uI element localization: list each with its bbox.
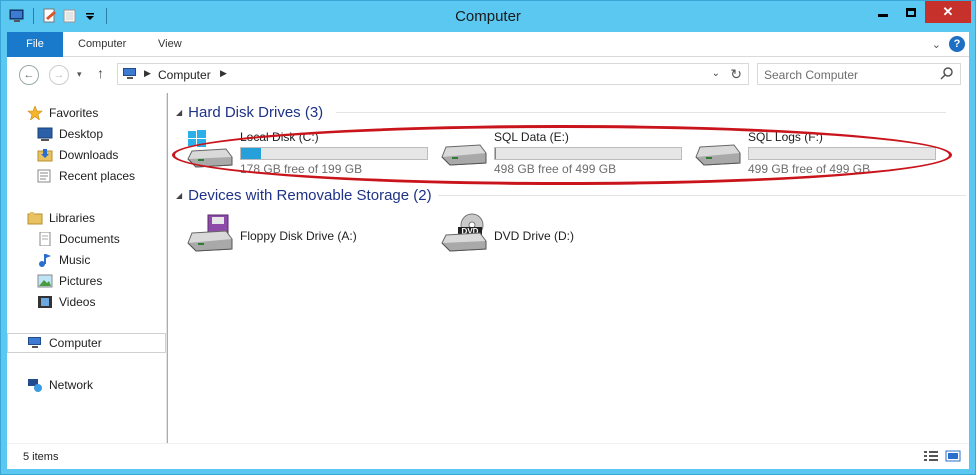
window-title: Computer (455, 8, 521, 25)
breadcrumb-arrow-icon[interactable]: ▶ (220, 68, 227, 79)
expand-ribbon-icon[interactable]: ⌄ (932, 38, 941, 51)
nav-item-label: Downloads (59, 148, 119, 162)
large-icons-view-icon[interactable] (945, 450, 961, 465)
explorer-window: Computer ✕ File Computer View ⌄ ? ← → ▾ … (0, 0, 976, 475)
downloads-icon (37, 148, 53, 162)
address-dropdown-icon[interactable]: ⌄ (712, 68, 720, 79)
device-name: Floppy Disk Drive (A:) (240, 229, 357, 243)
recent-locations-dropdown-icon[interactable]: ▾ (77, 69, 82, 80)
device-dvd-d[interactable]: DVD DVD Drive (D:) (440, 213, 690, 257)
close-button[interactable]: ✕ (925, 1, 971, 23)
group-hard-disk-drives[interactable]: ◢ Hard Disk Drives (3) (176, 103, 946, 121)
videos-icon (37, 295, 53, 309)
up-arrow-icon[interactable]: ↑ (97, 65, 104, 81)
nav-network[interactable]: Network (27, 375, 186, 395)
group-removable-storage[interactable]: ◢ Devices with Removable Storage (2) (176, 186, 966, 204)
back-button[interactable]: ← (19, 65, 39, 85)
computer-icon (27, 336, 43, 350)
documents-icon (37, 231, 53, 247)
search-input[interactable]: Search Computer (757, 63, 961, 85)
nav-libraries-label: Libraries (49, 211, 96, 225)
view-switcher (923, 450, 961, 465)
search-icon[interactable] (940, 66, 954, 83)
nav-computer[interactable]: Computer (7, 333, 166, 353)
nav-favorites[interactable]: Favorites (27, 103, 186, 123)
favorites-star-icon (27, 105, 43, 121)
nav-item-label: Pictures (59, 274, 103, 288)
device-floppy-a[interactable]: Floppy Disk Drive (A:) (186, 213, 436, 257)
collapse-triangle-icon[interactable]: ◢ (176, 191, 182, 200)
highlight-ellipse (172, 125, 952, 185)
ribbon-tabs: File Computer View ⌄ ? (7, 32, 969, 57)
collapse-triangle-icon[interactable]: ◢ (176, 108, 182, 117)
window-controls: ✕ (869, 1, 971, 23)
address-bar[interactable]: ▶ Computer ▶ ⌄ ↻ (117, 63, 749, 85)
maximize-icon (906, 7, 916, 17)
refresh-icon[interactable]: ↻ (730, 66, 742, 83)
forward-button[interactable]: → (49, 65, 69, 85)
breadcrumb-arrow-icon[interactable]: ▶ (144, 68, 151, 79)
details-view-icon[interactable] (923, 450, 939, 465)
minimize-button[interactable] (869, 1, 897, 23)
title-bar[interactable]: Computer ✕ (1, 1, 975, 32)
recent-places-icon (37, 169, 53, 183)
tab-file[interactable]: File (7, 32, 63, 57)
dvd-drive-icon: DVD (440, 213, 488, 255)
nav-libraries[interactable]: Libraries (27, 208, 186, 228)
tab-view[interactable]: View (158, 32, 182, 57)
group-header-label: Devices with Removable Storage (2) (188, 186, 432, 204)
ribbon-right-controls: ⌄ ? (932, 36, 965, 52)
nav-network-label: Network (49, 378, 94, 392)
group-divider (336, 112, 946, 113)
nav-item-label: Documents (59, 232, 120, 246)
floppy-drive-icon (186, 213, 234, 255)
back-arrow-icon: ← (23, 69, 35, 81)
navigation-bar: ← → ▾ ↑ ▶ Computer ▶ ⌄ ↻ Search Computer (7, 57, 969, 93)
group-header-label: Hard Disk Drives (3) (188, 103, 324, 121)
breadcrumb-computer[interactable]: Computer (158, 68, 211, 82)
maximize-button[interactable] (897, 1, 925, 23)
nav-item-label: Music (59, 253, 91, 267)
nav-item-label: Desktop (59, 127, 104, 141)
libraries-icon (27, 211, 43, 225)
close-icon: ✕ (942, 4, 954, 19)
desktop-icon (37, 127, 53, 141)
nav-computer-label: Computer (49, 336, 102, 350)
group-divider (438, 195, 966, 196)
nav-favorites-label: Favorites (49, 106, 99, 120)
forward-arrow-icon: → (53, 69, 65, 81)
minimize-icon (878, 13, 888, 17)
music-icon (37, 253, 53, 267)
navigation-pane[interactable]: Favorites Desktop Downloads Recent place… (7, 93, 167, 443)
item-count: 5 items (23, 451, 59, 463)
network-icon (27, 378, 43, 392)
tab-computer[interactable]: Computer (78, 32, 126, 57)
help-icon[interactable]: ? (949, 36, 965, 52)
nav-item-label: Recent places (59, 169, 136, 183)
address-computer-icon (122, 67, 138, 84)
pictures-icon (37, 274, 53, 288)
device-name: DVD Drive (D:) (494, 229, 574, 243)
status-bar: 5 items (7, 443, 969, 469)
search-placeholder: Search Computer (764, 68, 859, 82)
nav-item-label: Videos (59, 295, 96, 309)
